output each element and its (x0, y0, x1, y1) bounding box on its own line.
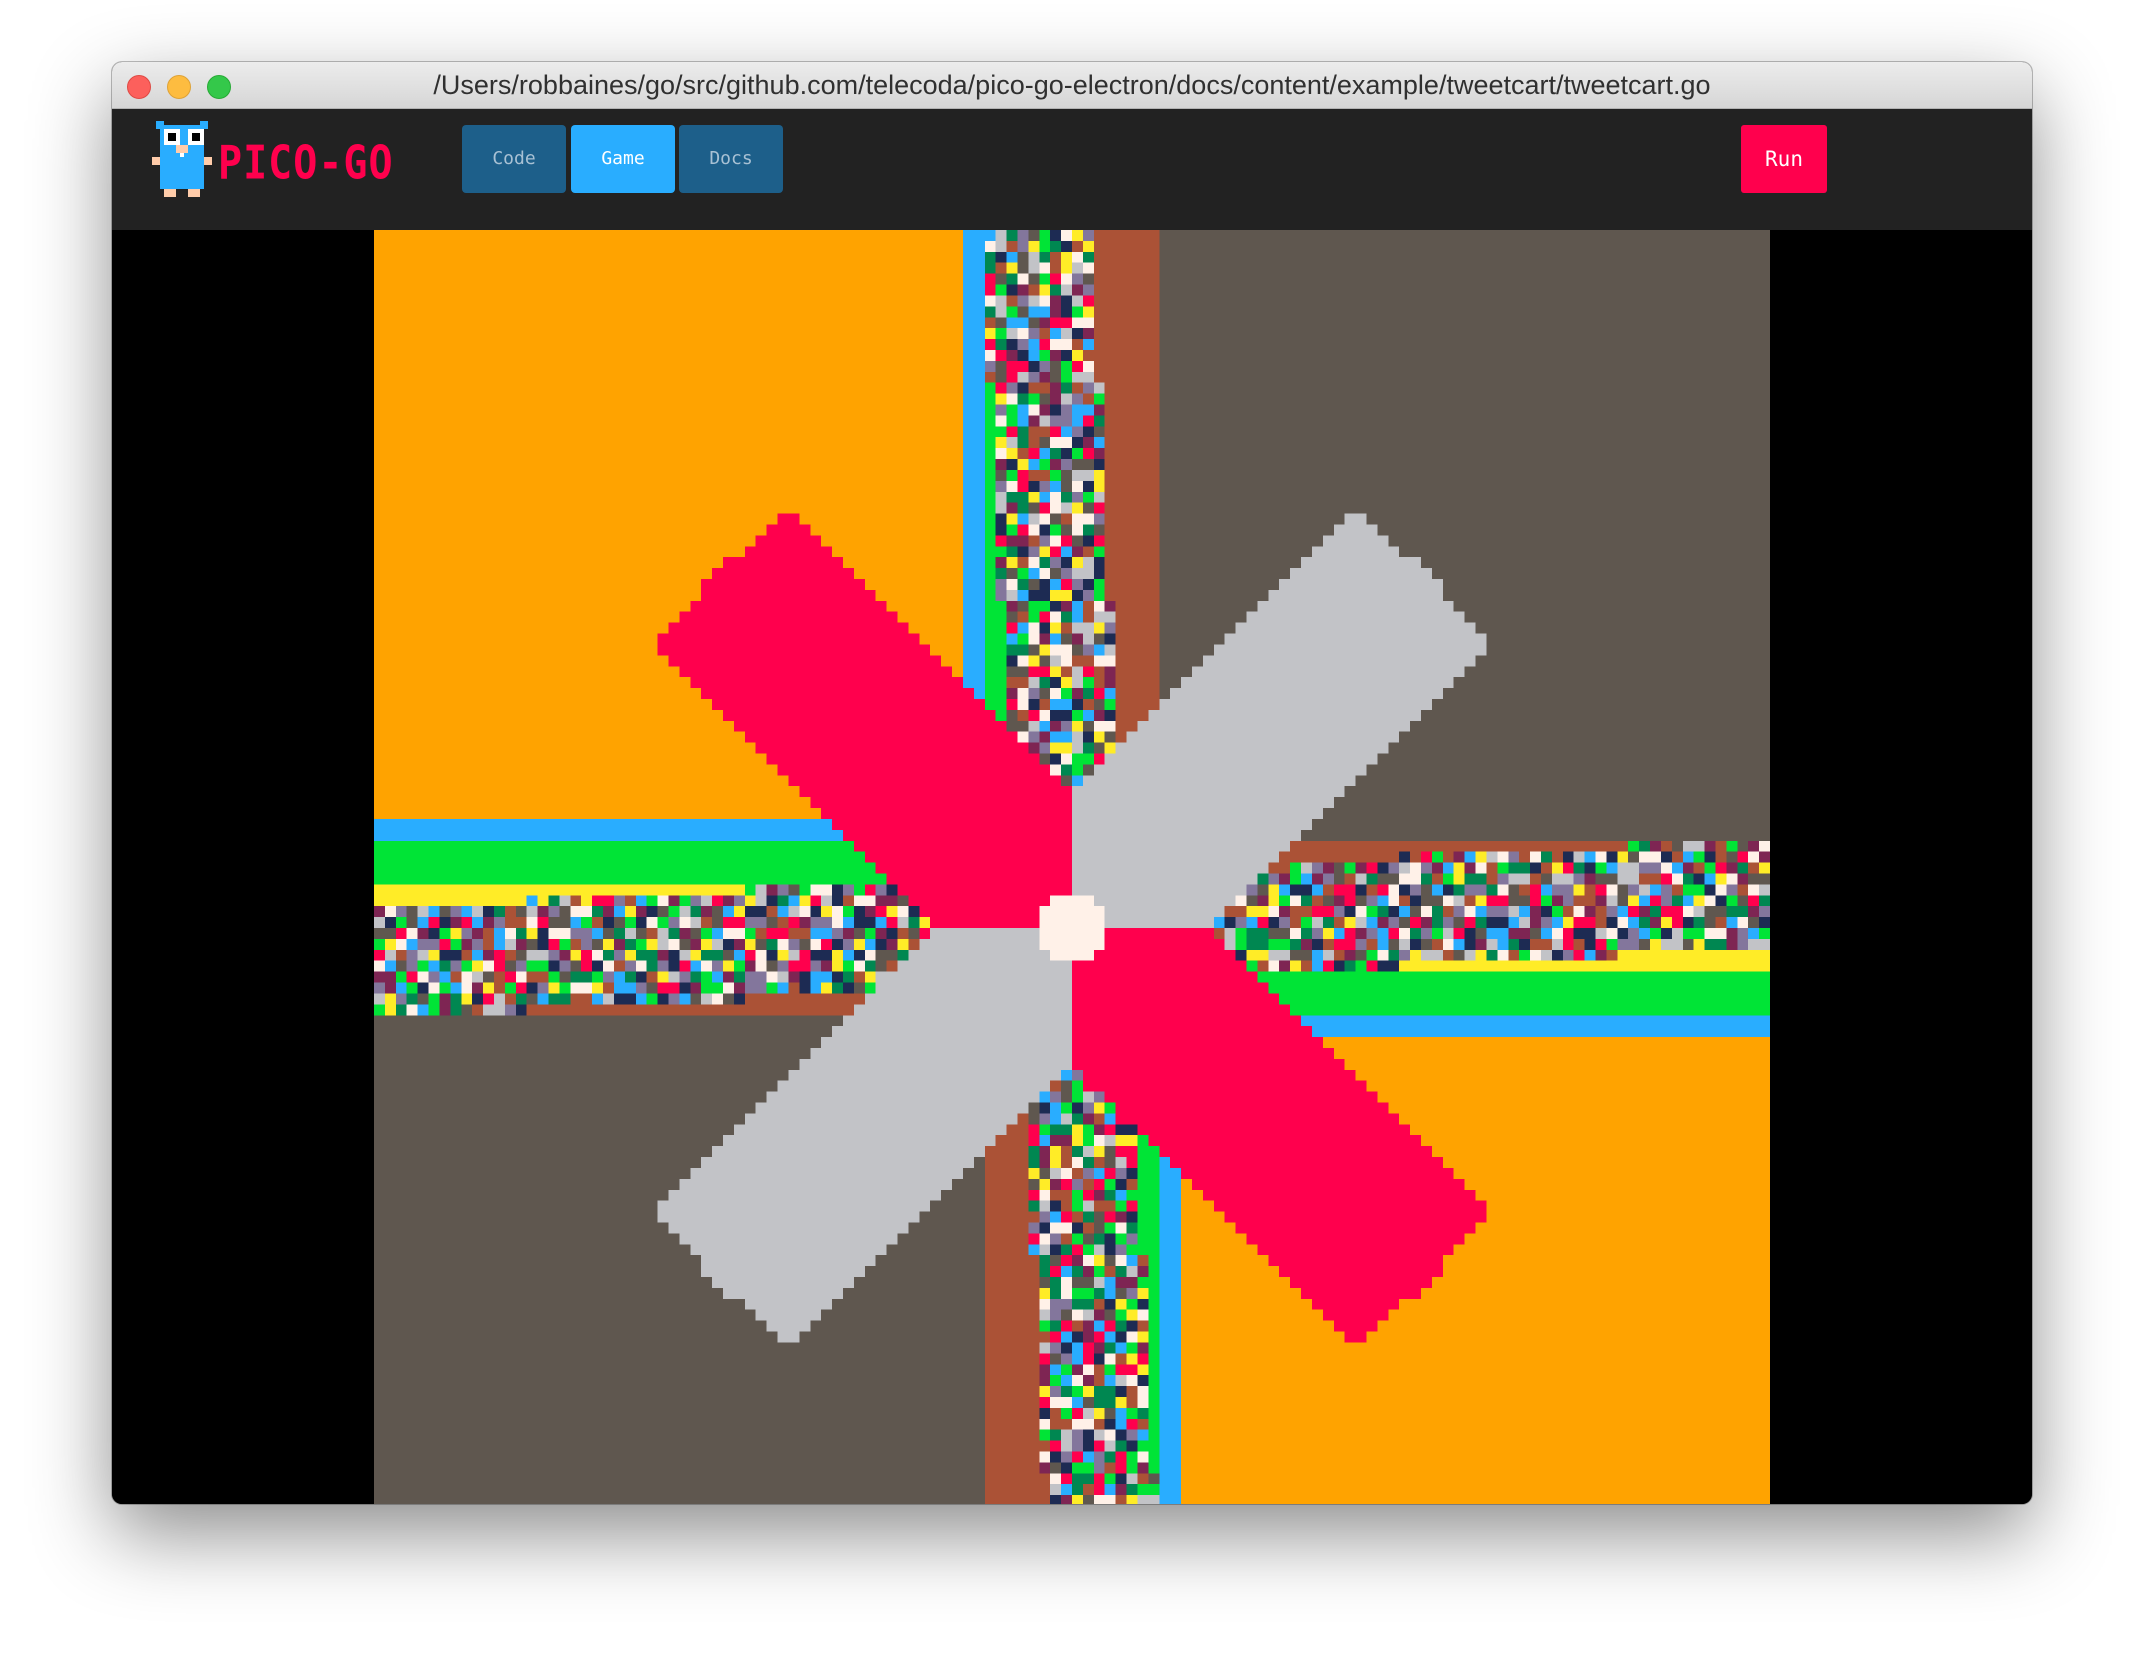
game-stage (112, 230, 2032, 1504)
tab-docs[interactable]: Docs (679, 125, 783, 193)
app-window: /Users/robbaines/go/src/github.com/telec… (112, 62, 2032, 1504)
game-canvas[interactable] (374, 230, 1770, 1504)
window-titlebar[interactable]: /Users/robbaines/go/src/github.com/telec… (112, 62, 2032, 109)
app-toolbar: PICO-GO Code Game Docs Run (112, 109, 2032, 230)
window-title: /Users/robbaines/go/src/github.com/telec… (433, 70, 1711, 100)
run-button[interactable]: Run (1741, 125, 1827, 193)
game-screen[interactable] (374, 230, 1770, 1504)
pico-go-logo: PICO-GO (152, 117, 393, 213)
logo-wordmark: PICO-GO (218, 137, 394, 190)
tab-game[interactable]: Game (571, 125, 675, 193)
gopher-mascot-icon (152, 121, 212, 197)
tab-code[interactable]: Code (462, 125, 566, 193)
